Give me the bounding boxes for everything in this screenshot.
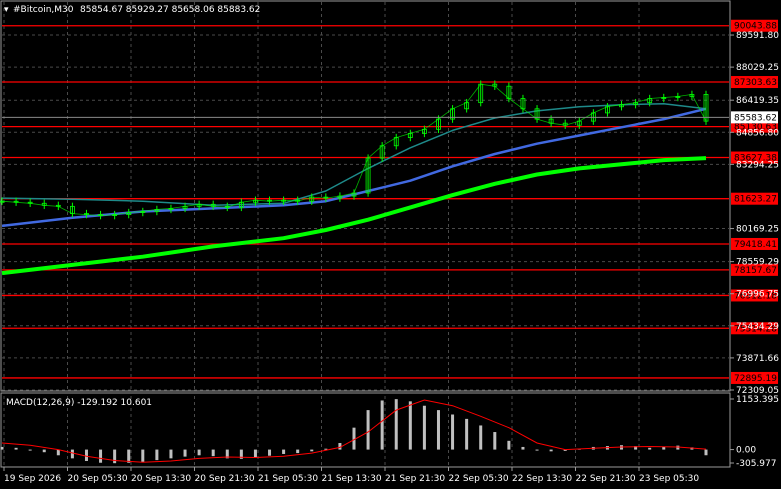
macd-bar [56,449,60,456]
macd-bar [42,449,46,453]
macd-bar [211,449,215,457]
macd-bar [183,449,187,457]
macd-bar [408,401,412,450]
macd-bar [253,449,257,458]
x-tick-label: 22 Sep 05:30 [449,474,509,484]
macd-bar [282,449,286,454]
macd-bar [465,418,469,450]
macd-bar [366,410,370,450]
macd-bar [127,449,131,463]
y-tick-label: 84856.80 [736,128,779,138]
macd-bar [662,446,666,450]
level-label: 79418.41 [734,240,777,250]
level-label: 81623.27 [734,195,777,205]
macd-bar [380,400,384,450]
macd-tick-label: 0.00 [736,446,756,456]
macd-bar [70,449,74,459]
macd-bar [493,432,497,450]
macd-bar [99,449,103,463]
x-tick-label: 19 Sep 2026 [4,474,61,484]
macd-bar [648,447,652,450]
chart-symbol: #Bitcoin,M30 [13,5,74,15]
macd-title: MACD(12,26,9) -129.192 10.601 [6,398,152,408]
macd-bar [676,445,680,450]
x-tick-label: 22 Sep 13:30 [512,474,572,484]
macd-bar [296,449,300,454]
x-tick-label: 21 Sep 13:30 [322,474,382,484]
level-label: 87303.63 [734,78,777,88]
y-tick-label: 73871.66 [736,354,779,364]
x-tick-label: 23 Sep 05:30 [639,474,699,484]
macd-bar [141,449,145,462]
y-tick-label: 86419.35 [736,96,779,106]
macd-bar [479,425,483,450]
macd-bar [535,449,539,451]
macd-bar [155,449,159,461]
trading-chart[interactable]: 90043.8887303.6385130.6383627.3881623.27… [0,0,781,489]
macd-bar [113,449,117,464]
macd-bar [28,449,32,451]
y-tick-label: 80169.25 [736,225,779,235]
macd-bar [394,399,398,450]
macd-tick-label: 1153.395 [736,395,779,405]
macd-bar [0,446,4,450]
macd-bar [704,449,708,456]
y-tick-label: 78559.29 [736,258,779,268]
macd-bar [521,446,525,450]
current-price-label: 85583.62 [734,113,777,123]
chart-menu-icon[interactable]: ▾ [4,5,9,15]
macd-bar [14,447,18,450]
y-tick-label: 76996.75 [736,290,779,300]
macd-bar [310,449,314,452]
y-tick-label: 89591.80 [736,31,779,41]
chart-ohlc: 85854.67 85929.27 85658.06 85883.62 [80,5,260,15]
x-tick-label: 20 Sep 13:30 [131,474,191,484]
macd-bar [84,449,88,461]
macd-bar [422,405,426,450]
macd-bar [197,449,201,456]
x-tick-label: 22 Sep 21:30 [576,474,636,484]
level-label: 72895.19 [734,374,777,384]
macd-bar [436,410,440,450]
y-tick-label: 75434.29 [736,322,779,332]
y-tick-label: 88029.25 [736,63,779,73]
macd-bar [268,449,272,456]
macd-bar [549,449,553,452]
macd-bar [169,449,173,459]
x-tick-label: 21 Sep 05:30 [258,474,318,484]
x-tick-label: 21 Sep 21:30 [385,474,445,484]
x-tick-label: 20 Sep 05:30 [68,474,128,484]
macd-bar [451,414,455,450]
y-tick-label: 83294.25 [736,160,779,170]
macd-bar [507,440,511,450]
macd-tick-label: -305.977 [736,459,776,469]
x-tick-label: 20 Sep 21:30 [195,474,255,484]
